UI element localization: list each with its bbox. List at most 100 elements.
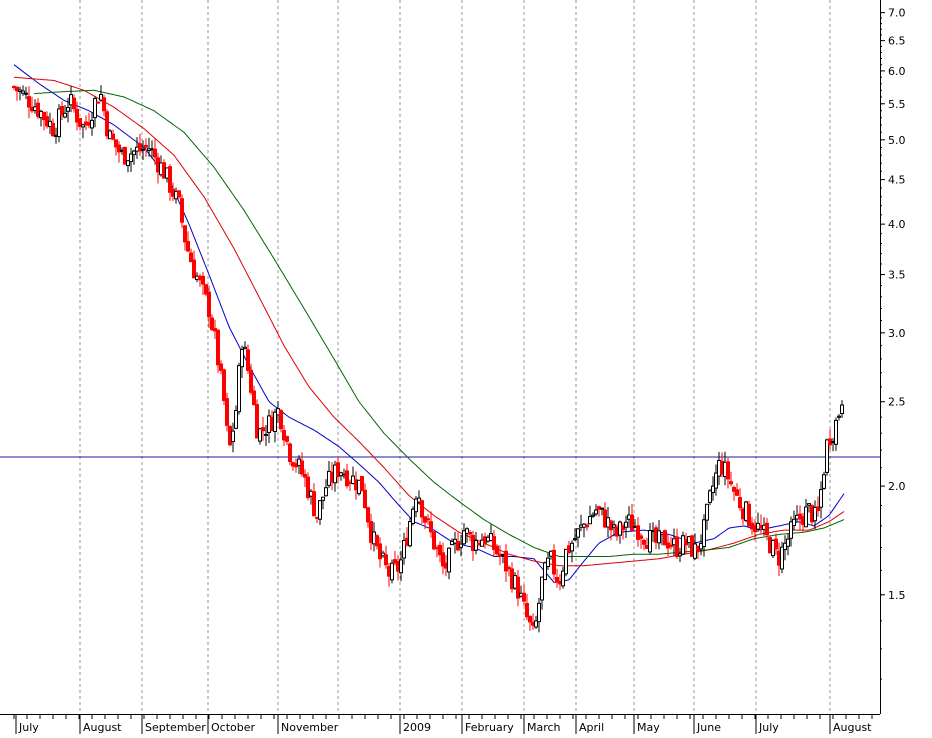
y-tick-label: 7.0: [888, 7, 906, 20]
price-candle-body: [630, 514, 634, 531]
price-candle-body: [648, 530, 652, 553]
price-candle-body: [96, 101, 100, 104]
price-candle-body: [642, 540, 646, 545]
price-candle-body: [474, 540, 478, 551]
price-candle-body: [378, 543, 382, 560]
price-candle-body: [93, 98, 97, 119]
axis-layer: 7.0 6.5 6.0 5.5 5.0 4.5 4.0 3.5 3.0 2.5 2.0 1.5 July…: [0, 0, 906, 734]
price-candle-body: [90, 119, 94, 129]
price-candle-body: [807, 503, 811, 506]
price-candle-body: [420, 500, 424, 518]
price-candle-body: [576, 528, 580, 538]
price-candle-body: [639, 535, 643, 539]
price-candle-body: [186, 241, 190, 252]
y-tick-label: 6.5: [888, 35, 906, 48]
x-tick-label: July: [758, 721, 779, 734]
price-candle-body: [102, 97, 106, 112]
price-candle-body: [216, 329, 220, 366]
y-tick-label: 4.5: [888, 174, 906, 187]
price-candle-body: [261, 427, 265, 432]
price-candle-body: [624, 521, 628, 528]
price-candle-body: [390, 562, 394, 581]
x-tick-label: June: [696, 721, 721, 734]
stock-chart: 7.0 6.5 6.0 5.5 5.0 4.5 4.0 3.5 3.0 2.5 2.0 1.5 July…: [0, 0, 932, 734]
price-candle-body: [546, 557, 550, 567]
price-candle-body: [72, 97, 76, 110]
price-candle-body: [225, 398, 229, 426]
x-tick-label: July: [18, 721, 39, 734]
price-candle-body: [780, 546, 784, 570]
price-candle-body: [792, 518, 796, 526]
y-tick-label: 1.5: [888, 589, 906, 602]
price-candle-body: [234, 410, 238, 429]
price-candle-body: [279, 410, 283, 430]
y-tick-label: 5.0: [888, 134, 906, 147]
x-tick-label: August: [83, 721, 122, 734]
x-tick-label: September: [145, 721, 206, 734]
price-candle-body: [222, 369, 226, 401]
x-tick-label: 2009: [403, 721, 431, 734]
y-tick-label: 4.0: [888, 218, 906, 231]
price-candle-body: [66, 107, 70, 112]
price-candle-body: [468, 532, 472, 535]
price-candle-body: [528, 616, 532, 623]
price-candle-body: [591, 514, 595, 517]
moving-average-layer: [13, 64, 845, 583]
price-candle-body: [168, 166, 172, 193]
price-candle-body: [822, 474, 826, 489]
y-tick-label: 3.0: [888, 327, 906, 340]
price-candle-body: [429, 521, 433, 533]
x-tick-label: August: [833, 721, 872, 734]
chart-svg: 7.0 6.5 6.0 5.5 5.0 4.5 4.0 3.5 3.0 2.5 2.0 1.5 July…: [0, 0, 906, 734]
price-candle-body: [594, 509, 598, 515]
price-candle-body: [525, 603, 529, 618]
price-candle-body: [360, 476, 364, 492]
price-candle-body: [207, 291, 211, 318]
price-candle-body: [552, 549, 556, 575]
x-tick-label: May: [637, 721, 660, 734]
price-candle-body: [321, 496, 325, 501]
price-candle-body: [819, 489, 823, 508]
price-candle-body: [144, 145, 148, 148]
price-candle-body: [237, 365, 241, 413]
price-candle-body: [132, 150, 136, 156]
price-candle-body: [210, 317, 214, 330]
moving-average-line-1: [13, 64, 845, 583]
price-candle-body: [183, 225, 187, 243]
price-candle-body: [300, 460, 304, 475]
price-candle-body: [153, 148, 157, 158]
price-candle-body: [600, 507, 604, 510]
price-candle-body: [201, 275, 205, 285]
price-candle-body: [834, 419, 838, 445]
y-tick-label: 2.5: [888, 396, 906, 409]
price-candle-body: [669, 544, 673, 547]
price-candle-body: [729, 481, 733, 485]
price-candle-body: [540, 576, 544, 601]
price-candle-body: [585, 524, 589, 528]
y-tick-label: 3.5: [888, 269, 906, 282]
price-candle-body: [111, 133, 115, 140]
price-candle-body: [726, 461, 730, 480]
price-candle-body: [129, 153, 133, 163]
price-candle-body: [288, 443, 292, 462]
x-tick-label: October: [211, 721, 255, 734]
y-tick-label: 2.0: [888, 480, 906, 493]
price-candle-body: [51, 122, 55, 137]
price-candle-body: [426, 518, 430, 521]
price-candle-body: [24, 92, 28, 95]
x-tick-label: February: [465, 721, 514, 734]
price-candle-body: [318, 500, 322, 520]
price-candle-body: [786, 538, 790, 547]
x-tick-label: November: [281, 721, 339, 734]
price-candle-body: [231, 430, 235, 443]
price-candle-body: [63, 112, 67, 118]
price-bar-layer: [12, 85, 844, 633]
price-candle-body: [192, 259, 196, 279]
price-candle-body: [573, 538, 577, 541]
price-candle-body: [285, 436, 289, 442]
price-candle-body: [240, 349, 244, 368]
price-candle-body: [570, 542, 574, 552]
price-candle-body: [399, 559, 403, 574]
price-candle-body: [738, 497, 742, 509]
y-tick-label: 5.5: [888, 98, 906, 111]
